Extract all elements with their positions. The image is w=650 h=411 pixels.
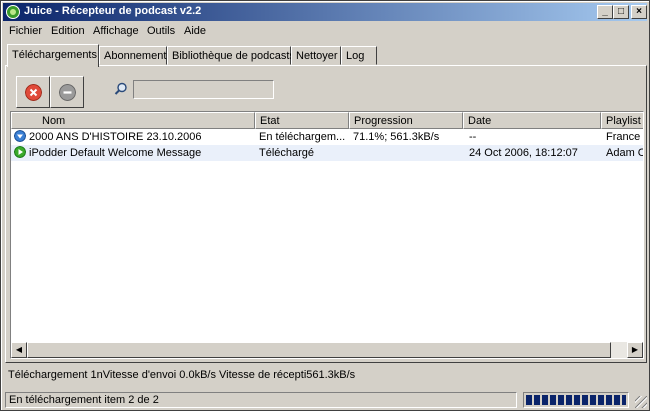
app-window: Juice - Récepteur de podcast v2.2 _ □ × … xyxy=(0,0,650,411)
search-input[interactable] xyxy=(133,80,274,99)
column-header-date[interactable]: Date xyxy=(463,112,601,129)
column-header-etat[interactable]: Etat xyxy=(255,112,349,129)
table-row[interactable]: iPodder Default Welcome Message Téléchar… xyxy=(11,145,643,161)
progress-fill xyxy=(526,395,626,405)
cancel-icon xyxy=(25,84,42,101)
menu-edition[interactable]: Edition xyxy=(51,25,85,37)
scrollbar-thumb[interactable] xyxy=(27,342,611,358)
scroll-right-arrow-icon[interactable]: ▶ xyxy=(627,342,643,358)
column-header-nom[interactable]: Nom xyxy=(11,112,255,129)
column-header-playlist[interactable]: Playlist xyxy=(601,112,643,129)
column-header-progression[interactable]: Progression xyxy=(349,112,463,129)
tab-telechargements[interactable]: Téléchargements xyxy=(7,44,99,67)
minimize-button[interactable]: _ xyxy=(597,5,613,19)
row-playlist: Adam Cu xyxy=(606,147,643,159)
tab-log[interactable]: Log xyxy=(341,46,377,65)
menu-bar: Fichier Edition Affichage Outils Aide xyxy=(3,22,647,40)
tab-nettoyer[interactable]: Nettoyer xyxy=(291,46,341,65)
transfer-speed-line: Téléchargement 1nVitesse d'envoi 0.0kB/s… xyxy=(8,369,356,381)
row-date: -- xyxy=(469,131,477,143)
horizontal-scrollbar[interactable]: ◀ ▶ xyxy=(11,342,643,358)
table-row[interactable]: 2000 ANS D'HISTOIRE 23.10.2006 En téléch… xyxy=(11,129,643,145)
menu-fichier[interactable]: Fichier xyxy=(9,25,42,37)
table-header: Nom Etat Progression Date Playlist xyxy=(11,112,643,129)
tab-abonnement[interactable]: Abonnement xyxy=(99,46,167,65)
tab-strip: Téléchargements Abonnement Bibliothèque … xyxy=(5,44,645,67)
status-text: En téléchargement item 2 de 2 xyxy=(5,392,517,408)
row-name: 2000 ANS D'HISTOIRE 23.10.2006 xyxy=(29,131,202,143)
remove-icon xyxy=(59,84,76,101)
menu-affichage[interactable]: Affichage xyxy=(93,25,139,37)
play-icon xyxy=(14,146,26,158)
status-progress-bar xyxy=(523,392,629,408)
row-progress: 71.1%; 561.3kB/s xyxy=(353,131,440,143)
row-state: En téléchargem... xyxy=(259,131,346,143)
resize-grip-icon[interactable] xyxy=(635,396,647,408)
tab-bibliotheque[interactable]: Bibliothèque de podcasts xyxy=(167,46,295,65)
close-button[interactable]: × xyxy=(631,5,647,19)
remove-download-button[interactable] xyxy=(50,76,84,108)
scroll-left-arrow-icon[interactable]: ◀ xyxy=(11,342,27,358)
row-name: iPodder Default Welcome Message xyxy=(29,147,202,159)
downloads-table: Nom Etat Progression Date Playlist 2000 … xyxy=(10,111,644,359)
cancel-download-button[interactable] xyxy=(16,76,50,108)
menu-outils[interactable]: Outils xyxy=(147,25,175,37)
maximize-button[interactable]: □ xyxy=(613,5,629,19)
status-bar: En téléchargement item 2 de 2 xyxy=(3,390,649,408)
download-arrow-icon xyxy=(14,130,26,142)
row-date: 24 Oct 2006, 18:12:07 xyxy=(469,147,578,159)
downloads-panel: Nom Etat Progression Date Playlist 2000 … xyxy=(5,65,647,363)
search-icon xyxy=(114,82,127,95)
menu-aide[interactable]: Aide xyxy=(184,25,206,37)
window-title: Juice - Récepteur de podcast v2.2 xyxy=(24,5,202,17)
juice-app-icon xyxy=(6,5,20,19)
title-bar[interactable]: Juice - Récepteur de podcast v2.2 _ □ × xyxy=(3,3,647,21)
row-state: Téléchargé xyxy=(259,147,315,159)
row-playlist: France In xyxy=(606,131,643,143)
